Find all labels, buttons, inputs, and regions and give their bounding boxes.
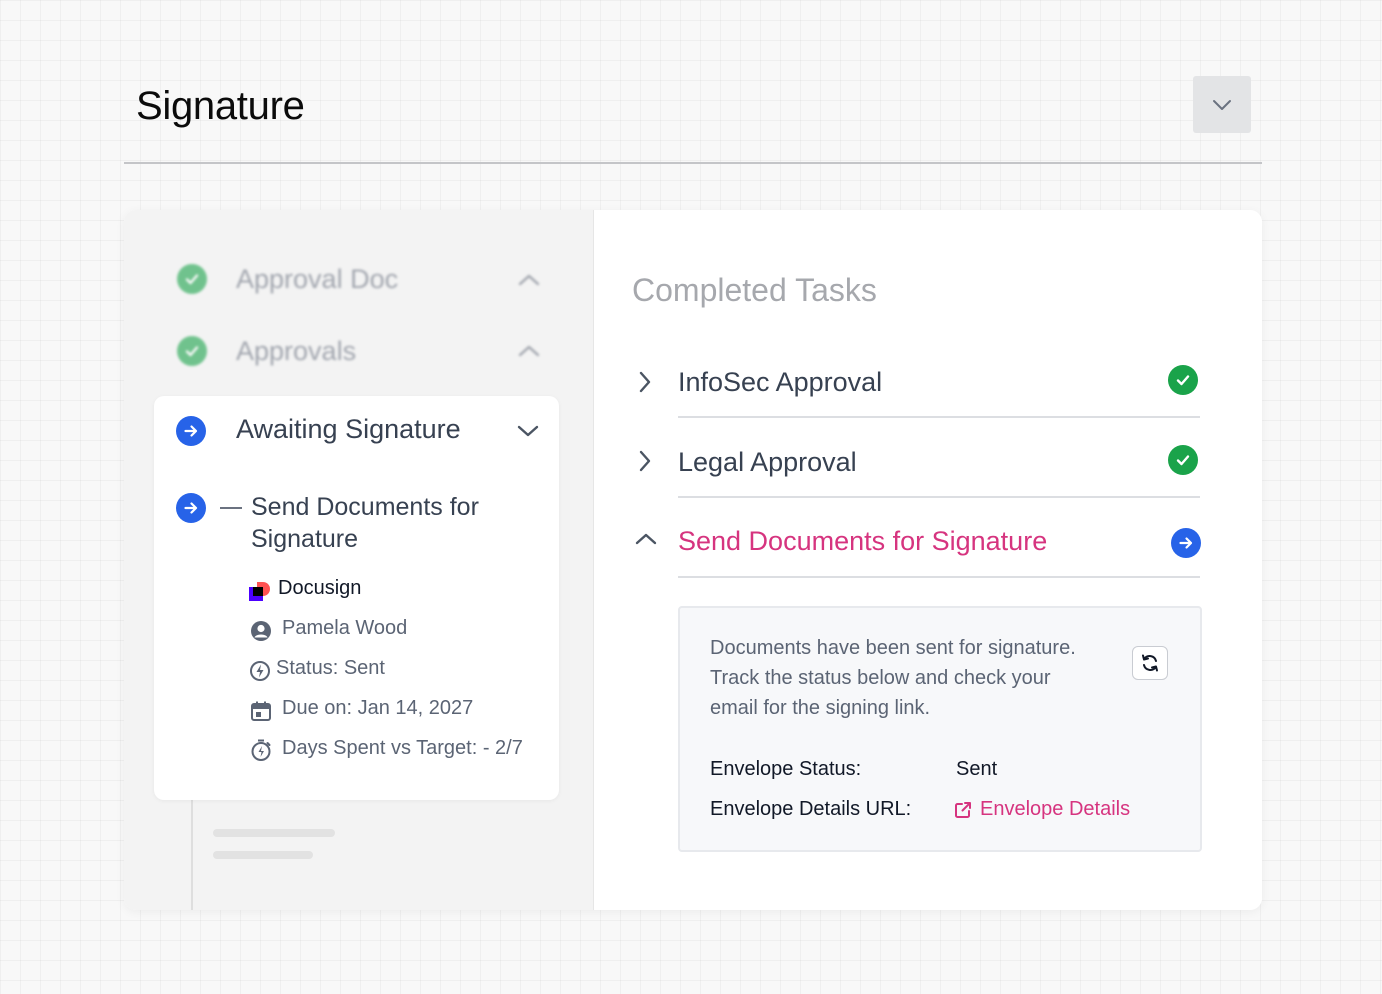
header-divider — [124, 162, 1262, 164]
calendar-icon — [251, 701, 271, 721]
arrow-right-circle-icon — [176, 493, 206, 523]
dash-connector — [220, 507, 242, 509]
assignee-name: Pamela Wood — [282, 617, 408, 639]
active-step-card: Awaiting Signature Send Documents for Si… — [154, 396, 559, 800]
chevron-up-icon[interactable] — [517, 344, 541, 358]
external-link-icon — [955, 801, 971, 818]
detail-message: Documents have been sent for signature. … — [710, 637, 1076, 719]
step-label-awaiting-signature[interactable]: Awaiting Signature — [236, 414, 461, 445]
collapse-toggle-button[interactable] — [1193, 76, 1251, 133]
completed-tasks-title: Completed Tasks — [632, 272, 877, 308]
check-circle-icon — [1168, 365, 1198, 395]
check-circle-icon — [1168, 445, 1198, 475]
check-circle-icon — [177, 336, 207, 366]
workflow-card: Approval Doc Approvals Awaiting Signatur… — [124, 210, 1262, 910]
docusign-logo-icon — [249, 582, 270, 601]
envelope-url-label: Envelope Details URL: — [710, 798, 912, 820]
timer-icon — [251, 739, 271, 761]
subtask-title[interactable]: Send Documents for Signature — [251, 491, 479, 555]
chevron-up-icon[interactable] — [634, 532, 658, 546]
task-infosec-approval[interactable]: InfoSec Approval — [678, 367, 882, 398]
placeholder-bar — [213, 851, 313, 859]
chevron-down-icon[interactable] — [516, 424, 540, 438]
chevron-right-icon[interactable] — [638, 370, 652, 394]
envelope-details-link[interactable]: Envelope Details — [954, 798, 1130, 821]
step-label-approval-doc[interactable]: Approval Doc — [236, 264, 398, 295]
envelope-status-value: Sent — [956, 758, 998, 780]
signature-detail-box: Documents have been sent for signature. … — [678, 606, 1202, 852]
page-title: Signature — [136, 84, 305, 128]
refresh-icon — [1142, 654, 1158, 672]
task-divider — [678, 416, 1200, 418]
chevron-down-icon — [1213, 99, 1231, 110]
task-legal-approval[interactable]: Legal Approval — [678, 447, 857, 478]
steps-panel: Approval Doc Approvals Awaiting Signatur… — [124, 210, 594, 910]
envelope-status-label: Envelope Status: — [710, 758, 862, 780]
refresh-button[interactable] — [1132, 646, 1168, 680]
status-bolt-icon — [250, 661, 270, 681]
completed-tasks-panel: Completed Tasks InfoSec Approval Legal A… — [594, 210, 1262, 910]
task-send-documents-for-signature[interactable]: Send Documents for Signature — [678, 526, 1047, 557]
arrow-right-circle-icon — [1171, 528, 1201, 558]
task-divider — [678, 496, 1200, 498]
placeholder-bar — [213, 829, 335, 837]
chevron-up-icon[interactable] — [517, 273, 541, 287]
step-label-approvals[interactable]: Approvals — [236, 336, 356, 367]
due-date: Due on: Jan 14, 2027 — [282, 697, 474, 719]
status-text: Status: Sent — [276, 657, 385, 679]
days-spent-vs-target: Days Spent vs Target: - 2/7 — [282, 737, 523, 759]
arrow-right-circle-icon — [176, 416, 206, 446]
user-avatar-icon — [251, 621, 271, 641]
completed-steps-group: Approval Doc Approvals — [124, 210, 593, 366]
provider-label: Docusign — [278, 577, 362, 599]
task-divider — [678, 576, 1200, 578]
check-circle-icon — [177, 264, 207, 294]
chevron-right-icon[interactable] — [638, 449, 652, 473]
